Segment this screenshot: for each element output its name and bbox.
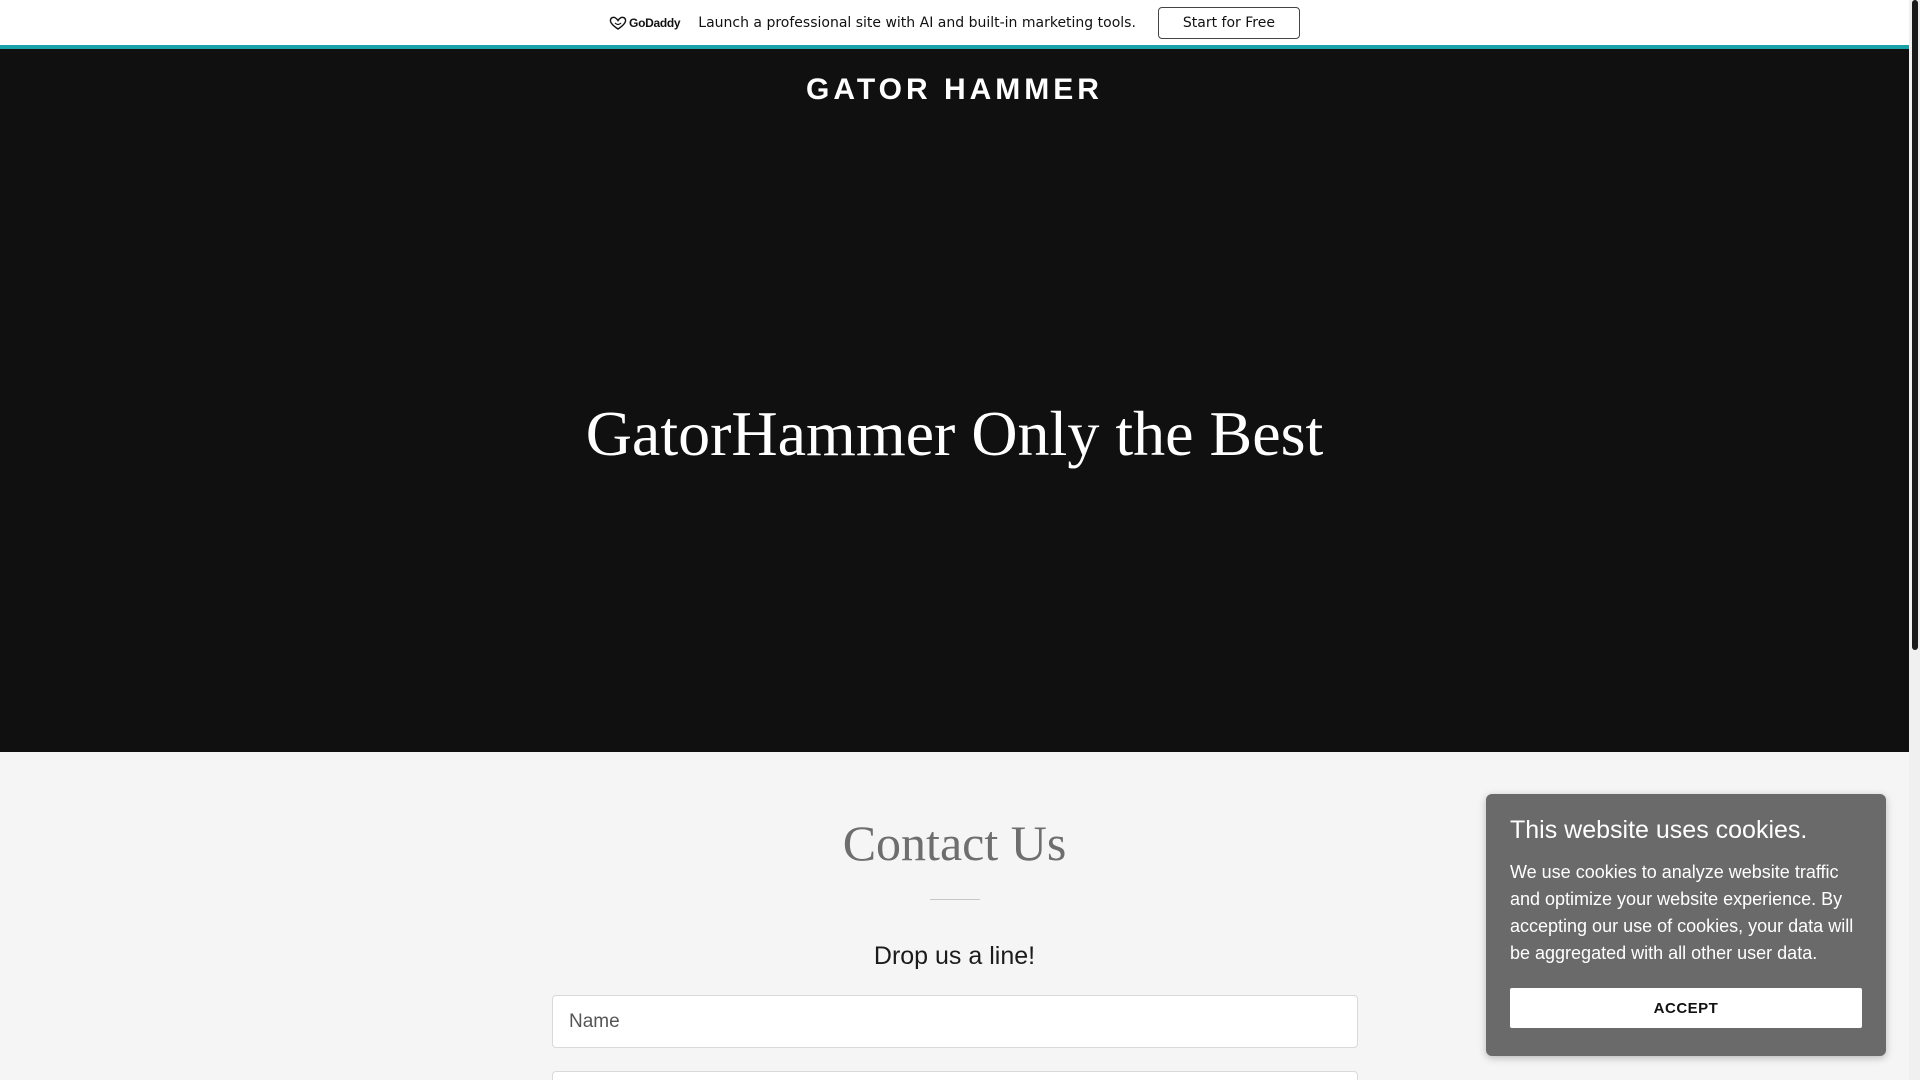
cookie-title: This website uses cookies. <box>1510 816 1808 844</box>
scrollbar-thumb[interactable] <box>1912 0 1918 650</box>
name-input[interactable] <box>552 995 1358 1048</box>
accept-cookies-button[interactable]: ACCEPT <box>1510 988 1862 1028</box>
godaddy-heart-icon <box>609 16 627 30</box>
promo-bar: GoDaddy Launch a professional site with … <box>0 0 1909 45</box>
godaddy-logo[interactable]: GoDaddy <box>609 15 681 30</box>
promo-message: Launch a professional site with AI and b… <box>698 14 1136 31</box>
contact-divider <box>930 899 980 900</box>
godaddy-logo-text: GoDaddy <box>629 15 681 30</box>
page-scrollbar[interactable] <box>1909 0 1920 1080</box>
cookie-banner: This website uses cookies. We use cookie… <box>1486 794 1886 1056</box>
cookie-body: We use cookies to analyze website traffi… <box>1510 862 1854 963</box>
site-title[interactable]: GATOR HAMMER <box>0 73 1909 107</box>
page: GoDaddy Launch a professional site with … <box>0 0 1920 1080</box>
email-input[interactable] <box>552 1071 1358 1080</box>
start-for-free-button[interactable]: Start for Free <box>1157 6 1300 39</box>
hero-section: GATOR HAMMER GatorHammer Only the Best <box>0 49 1909 752</box>
hero-tagline: GatorHammer Only the Best <box>585 398 1324 469</box>
